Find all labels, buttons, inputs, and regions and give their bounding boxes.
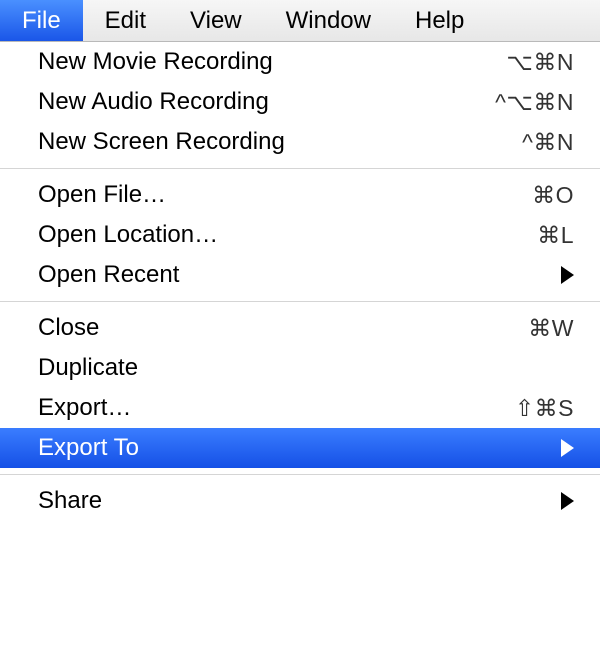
menu-item-label: Export To (38, 434, 139, 462)
menu-item-label: New Movie Recording (38, 48, 273, 76)
menu-item-close[interactable]: Close ⌘W (0, 308, 600, 348)
menu-item-new-movie-recording[interactable]: New Movie Recording ⌥⌘N (0, 42, 600, 82)
menu-item-label: New Audio Recording (38, 88, 269, 116)
menubar-item-help[interactable]: Help (393, 0, 486, 41)
menu-item-new-screen-recording[interactable]: New Screen Recording ^⌘N (0, 122, 600, 162)
menu-item-shortcut: ⌘L (537, 222, 574, 249)
menu-item-label: New Screen Recording (38, 128, 285, 156)
menu-item-share[interactable]: Share (0, 481, 600, 521)
menubar-item-file[interactable]: File (0, 0, 83, 41)
chevron-right-icon (561, 266, 574, 284)
menubar-item-view[interactable]: View (168, 0, 264, 41)
file-menu-dropdown: New Movie Recording ⌥⌘N New Audio Record… (0, 42, 600, 521)
menu-item-shortcut: ⌘O (532, 182, 574, 209)
menu-item-label: Close (38, 314, 99, 342)
menubar: File Edit View Window Help (0, 0, 600, 42)
submenu-indicator (549, 266, 574, 284)
menu-item-new-audio-recording[interactable]: New Audio Recording ^⌥⌘N (0, 82, 600, 122)
menubar-item-window[interactable]: Window (264, 0, 393, 41)
menu-item-shortcut: ⌥⌘N (506, 49, 574, 76)
menu-separator (0, 474, 600, 475)
menu-separator (0, 301, 600, 302)
submenu-indicator (549, 492, 574, 510)
submenu-indicator (549, 439, 574, 457)
chevron-right-icon (561, 492, 574, 510)
menu-item-open-file[interactable]: Open File… ⌘O (0, 175, 600, 215)
menu-item-label: Open Location… (38, 221, 218, 249)
menu-item-open-location[interactable]: Open Location… ⌘L (0, 215, 600, 255)
menu-item-label: Export… (38, 394, 131, 422)
chevron-right-icon (561, 439, 574, 457)
menu-item-label: Open Recent (38, 261, 179, 289)
menu-item-duplicate[interactable]: Duplicate (0, 348, 600, 388)
menu-item-label: Duplicate (38, 354, 138, 382)
menu-item-shortcut: ^⌘N (522, 129, 574, 156)
menu-item-label: Open File… (38, 181, 166, 209)
menu-item-open-recent[interactable]: Open Recent (0, 255, 600, 295)
menu-item-export-to[interactable]: Export To (0, 428, 600, 468)
menu-item-shortcut: ⌘W (528, 315, 574, 342)
menu-item-label: Share (38, 487, 102, 515)
menu-item-shortcut: ⇧⌘S (515, 395, 574, 422)
menu-item-export[interactable]: Export… ⇧⌘S (0, 388, 600, 428)
menu-item-shortcut: ^⌥⌘N (495, 89, 574, 116)
menu-separator (0, 168, 600, 169)
menubar-item-edit[interactable]: Edit (83, 0, 168, 41)
